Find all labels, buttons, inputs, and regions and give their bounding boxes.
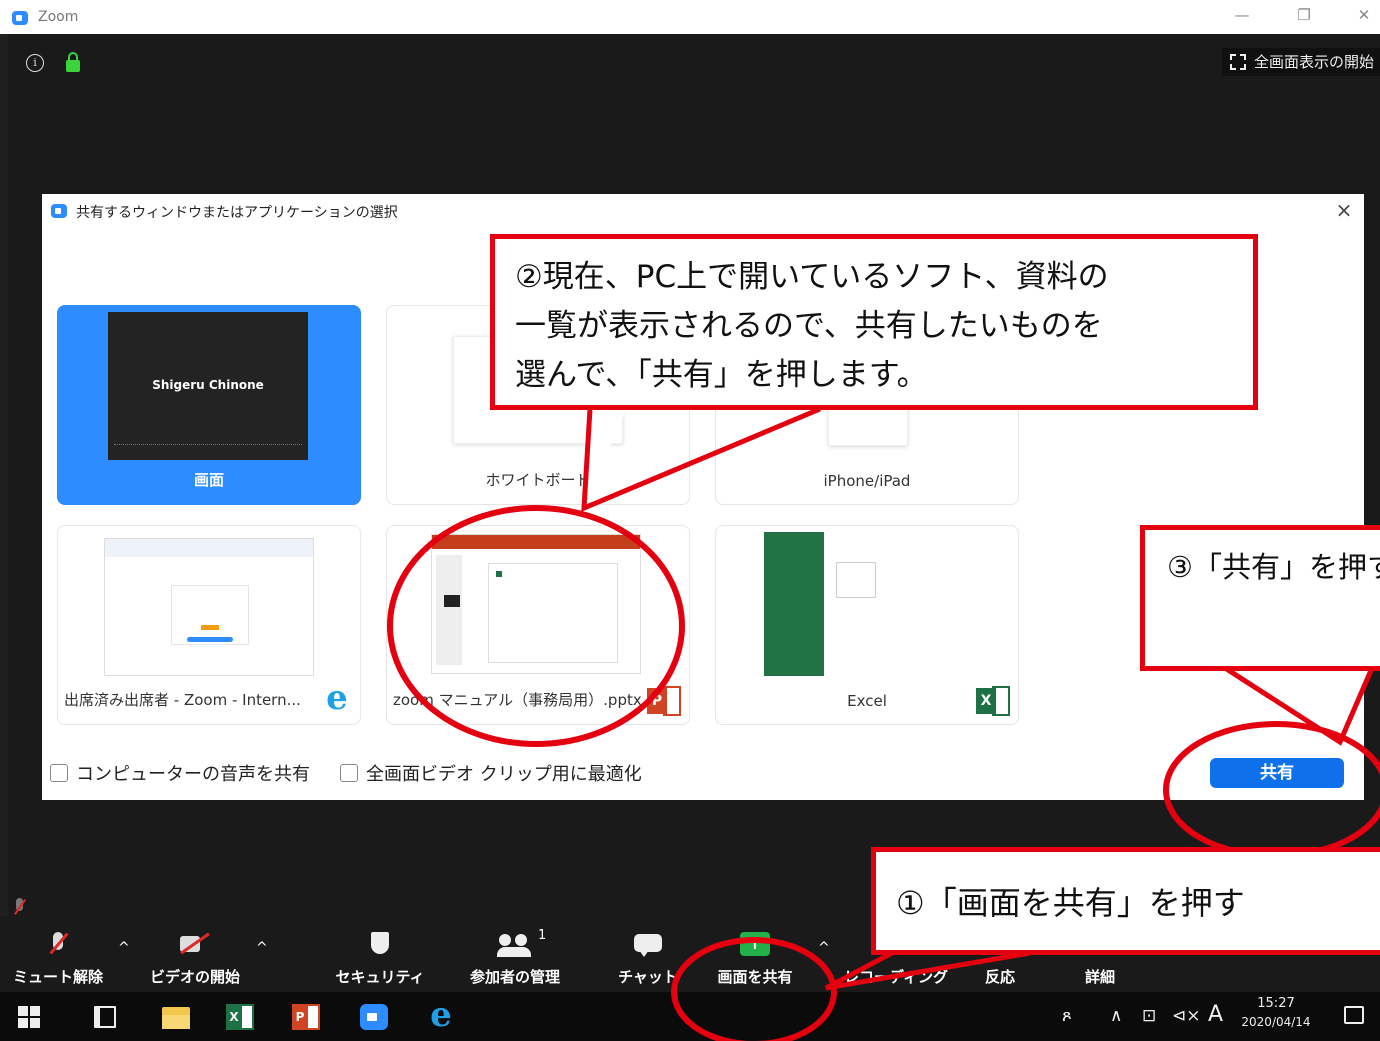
video-options-caret-icon[interactable]: ^ [256,940,268,956]
security-button[interactable]: セキュリティ [330,930,430,987]
share-audio-checkbox[interactable] [50,764,68,782]
fullscreen-button[interactable]: 全画面表示の開始 [1221,48,1380,76]
taskbar-clock[interactable]: 15:27 2020/04/14 [1234,996,1318,1029]
powerpoint-preview [431,534,641,674]
tray-chevron-icon[interactable]: ∧ [1110,1006,1122,1026]
muted-mic-indicator-icon [12,898,28,916]
video-off-icon [180,930,210,960]
callout-step-2: ②現在、PC上で開いているソフト、資料の 一覧が表示されるので、共有したいものを… [490,234,1258,410]
chat-label: チャット [618,968,678,986]
unmute-button[interactable]: ミュート解除 [8,930,108,987]
excel-preview [764,532,970,676]
volume-muted-tray-icon[interactable]: ⊲× [1172,1006,1201,1026]
internet-explorer-taskbar-icon[interactable]: e [424,998,458,1032]
optimize-video-checkbox[interactable] [340,764,358,782]
chat-button[interactable]: チャット [608,930,688,987]
zoom-app-icon [12,11,28,25]
share-tile-screen[interactable]: Shigeru Chinone 画面 [57,305,361,505]
fullscreen-icon [1229,54,1246,70]
zoom-dialog-icon [51,204,67,218]
file-explorer-icon[interactable] [162,1007,190,1029]
shield-icon [369,930,391,960]
excel-taskbar-icon[interactable]: X [226,1004,254,1030]
tile-label: ホワイトボード [485,471,591,489]
reactions-label: 反応 [984,968,1015,986]
tile-label: 出席済み出席者 - Zoom - Intern... [64,691,301,709]
clock-date: 2020/04/14 [1241,1015,1311,1029]
callout-2-line-1: ②現在、PC上で開いているソフト、資料の [515,259,1109,295]
callout-3-text: ③「共有」を押す [1167,550,1380,584]
zoom-taskbar-icon[interactable] [360,1004,388,1030]
optimize-video-label: 全画面ビデオ クリップ用に最適化 [366,764,642,785]
powerpoint-taskbar-icon[interactable]: P [292,1004,320,1030]
start-video-label: ビデオの開始 [149,968,240,986]
share-button[interactable]: 共有 [1210,758,1344,788]
dialog-title: 共有するウィンドウまたはアプリケーションの選択 [76,205,398,221]
meeting-info-icon[interactable]: i [26,54,44,72]
windows-taskbar: X P e ጾ ∧ ⊡ ⊲× A 15:27 2020/04/14 [0,992,1380,1041]
callout-step-1: ①「画面を共有」を押す [871,847,1380,955]
network-tray-icon[interactable]: ⊡ [1142,1006,1156,1026]
share-tile-internet-explorer[interactable]: 出席済み出席者 - Zoom - Intern... e [57,525,361,725]
share-options-caret-icon[interactable]: ^ [818,940,830,956]
task-view-icon[interactable] [94,1006,116,1028]
people-tray-icon[interactable]: ጾ [1062,1006,1072,1026]
share-tile-excel[interactable]: Excel X [715,525,1019,725]
dialog-close-button[interactable]: × [1332,198,1356,222]
share-screen-button[interactable]: 画面を共有 [700,930,810,987]
notification-center-icon[interactable] [1344,1006,1364,1024]
window-titlebar: Zoom — ❐ ✕ [0,0,1380,34]
close-window-button[interactable]: ✕ [1352,6,1376,28]
optimize-video-option[interactable]: 全画面ビデオ クリップ用に最適化 [340,760,642,786]
powerpoint-icon: P [647,686,681,716]
callout-2-line-3: 選んで、「共有」を押します。 [515,357,928,393]
tile-label: zoom マニュアル（事務局用）.pptx [393,691,642,709]
share-audio-option[interactable]: コンピューターの音声を共有 [50,760,310,786]
callout-2-line-2: 一覧が表示されるので、共有したいものを [515,308,1103,344]
share-audio-label: コンピューターの音声を共有 [76,764,310,785]
share-tile-powerpoint[interactable]: zoom マニュアル（事務局用）.pptx P [386,525,690,725]
tile-label: 画面 [193,471,224,489]
audio-options-caret-icon[interactable]: ^ [118,940,130,956]
callout-step-3: ③「共有」を押す [1140,525,1380,671]
screen-preview: Shigeru Chinone [108,312,308,460]
share-screen-icon [738,930,772,960]
chat-icon [633,930,663,960]
internet-explorer-icon: e [326,678,348,718]
restore-button[interactable]: ❐ [1292,6,1316,28]
start-video-button[interactable]: ビデオの開始 [140,930,250,987]
clock-time: 15:27 [1257,996,1295,1011]
browser-preview [104,538,314,676]
manage-participants-button[interactable]: 参加者の管理 [450,930,580,987]
tile-label: iPhone/iPad [823,472,911,490]
minimize-button[interactable]: — [1230,6,1254,28]
unmute-label: ミュート解除 [12,968,103,986]
fullscreen-label: 全画面表示の開始 [1253,53,1374,71]
encryption-lock-icon[interactable] [66,52,80,72]
callout-1-text: ①「画面を共有」を押す [896,884,1245,922]
share-screen-label: 画面を共有 [717,968,793,986]
record-label: レコーディング [844,968,948,986]
participants-label: 参加者の管理 [469,968,560,986]
window-title: Zoom [38,9,79,25]
excel-icon: X [976,686,1010,716]
screen-preview-name: Shigeru Chinone [152,378,264,392]
participant-count: 1 [538,928,547,943]
security-label: セキュリティ [335,968,425,986]
more-label: 詳細 [1084,968,1115,986]
participants-icon [497,930,533,960]
windows-start-icon[interactable] [18,1006,40,1028]
muted-microphone-icon [48,930,68,960]
ime-indicator[interactable]: A [1208,1002,1223,1027]
tile-label: Excel [847,692,887,710]
